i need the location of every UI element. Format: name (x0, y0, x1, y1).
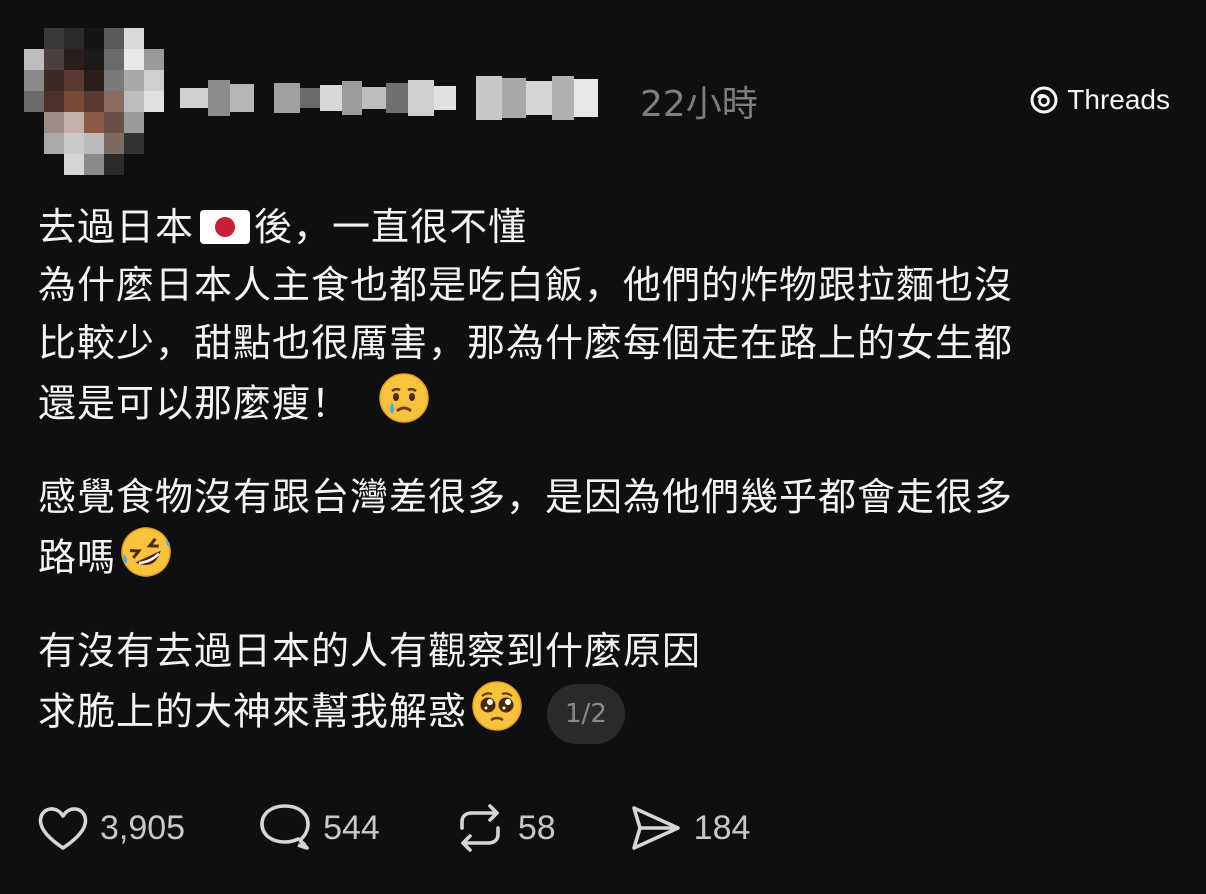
post-text: 還是可以那麼瘦！ (38, 381, 351, 426)
japan-flag-emoji (200, 209, 251, 244)
post-line: 比較少，甜點也很厲害，那為什麼每個走在路上的女生都 (38, 321, 1014, 365)
page-indicator[interactable]: 1/2 (547, 684, 625, 744)
post-body: 去過日本 後，一直很不懂 為什麼日本人主食也都是吃白飯，他們的炸物跟拉麵也沒 比較… (38, 198, 1178, 748)
post-line: 求脆上的大神來幫我解惑 1/2 (38, 680, 1178, 748)
rolling-on-floor-laughing-emoji (120, 526, 172, 594)
post-text: 去過日本 (38, 205, 195, 249)
share-button[interactable]: 184 (628, 802, 751, 854)
post-paragraph: 去過日本 後，一直很不懂 為什麼日本人主食也都是吃白飯，他們的炸物跟拉麵也沒 比較… (38, 198, 1178, 440)
post-paragraph: 有沒有去過日本的人有觀察到什麼原因 求脆上的大神來幫我解惑 1/2 (38, 622, 1178, 748)
post-line: 還是可以那麼瘦！ (38, 372, 1178, 440)
post-header: 22小時 Threads (0, 0, 1206, 190)
threads-brand-label: Threads (1067, 84, 1170, 115)
post-line: 感覺食物沒有跟台灣差很多，是因為他們幾乎都會走很多 (38, 475, 1014, 519)
post-line: 有沒有去過日本的人有觀察到什麼原因 (38, 629, 702, 673)
comment-button[interactable]: 544 (257, 802, 380, 854)
repost-count: 58 (517, 808, 556, 847)
post-text: 求脆上的大神來幫我解惑 (38, 689, 468, 734)
like-button[interactable]: 3,905 (36, 803, 185, 853)
post-paragraph: 感覺食物沒有跟台灣差很多，是因為他們幾乎都會走很多 路嗎 (38, 468, 1178, 594)
share-count: 184 (693, 808, 751, 847)
threads-brand[interactable]: Threads (1029, 84, 1170, 116)
threads-logo-icon (1029, 85, 1059, 115)
repost-button[interactable]: 58 (452, 802, 556, 854)
heart-icon (36, 803, 90, 853)
send-icon (628, 802, 684, 854)
action-bar: 3,905 544 58 184 (36, 802, 822, 854)
post-text: 後，一直很不懂 (254, 205, 528, 249)
comment-bubble-icon (257, 802, 313, 854)
post-line: 為什麼日本人主食也都是吃白飯，他們的炸物跟拉麵也沒 (38, 263, 1014, 307)
pleading-face-emoji (471, 680, 523, 748)
post-timestamp: 22小時 (640, 84, 758, 125)
author-avatar[interactable] (24, 28, 164, 176)
post-line: 路嗎 (38, 526, 1178, 594)
like-count: 3,905 (100, 808, 186, 847)
repost-icon (452, 802, 508, 854)
post-line: 去過日本 後，一直很不懂 (38, 198, 1178, 256)
post-text: 路嗎 (38, 535, 117, 580)
author-name-blurred[interactable] (180, 68, 630, 128)
comment-count: 544 (323, 808, 380, 847)
crying-face-emoji (378, 372, 430, 440)
